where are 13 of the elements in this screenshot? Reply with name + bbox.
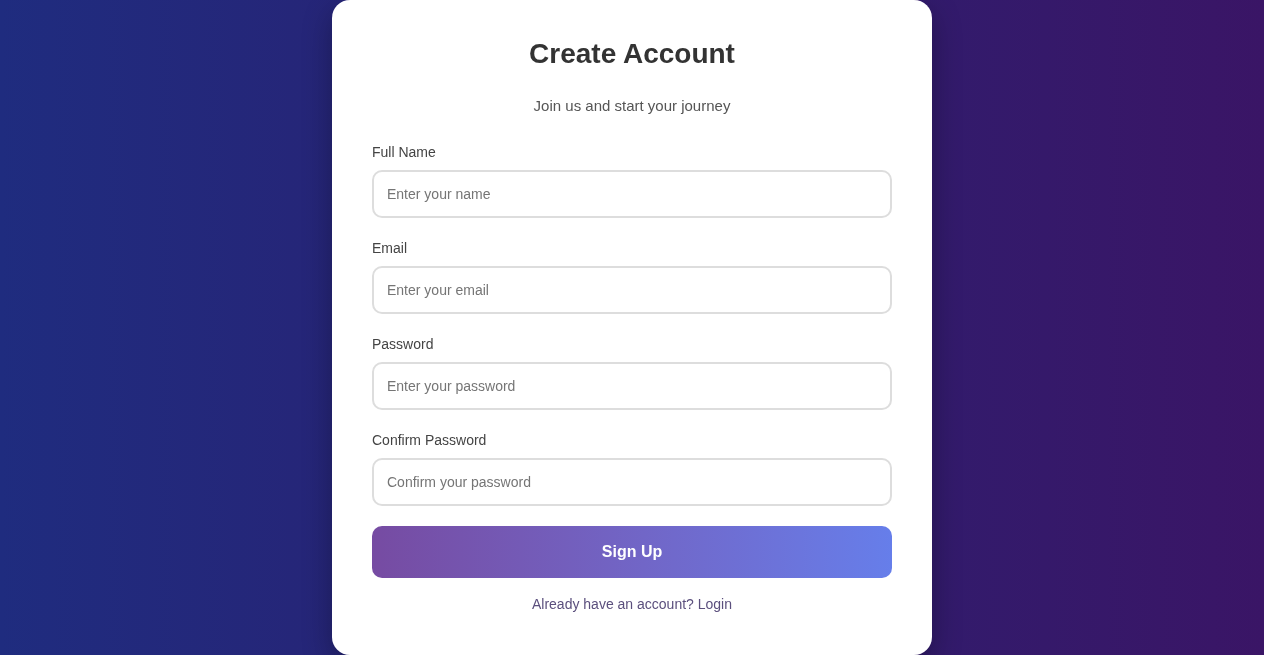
page-title: Create Account xyxy=(529,37,735,71)
sign-up-button[interactable]: Sign Up xyxy=(372,526,892,578)
input-field[interactable]: Enter your password xyxy=(372,362,892,410)
field-label: Email xyxy=(372,239,407,258)
login-prompt: Already have an account? Login xyxy=(531,595,732,614)
input-field[interactable]: Enter your email xyxy=(372,266,892,314)
field-label: Full Name xyxy=(372,143,436,162)
input-field[interactable]: Confirm your password xyxy=(372,458,892,506)
field-label: Password xyxy=(372,335,434,354)
subtitle: Join us and start your journey xyxy=(533,96,731,116)
login-link[interactable]: Login xyxy=(697,596,732,612)
input-field[interactable]: Enter your name xyxy=(372,170,892,218)
field-label: Confirm Password xyxy=(372,431,487,450)
